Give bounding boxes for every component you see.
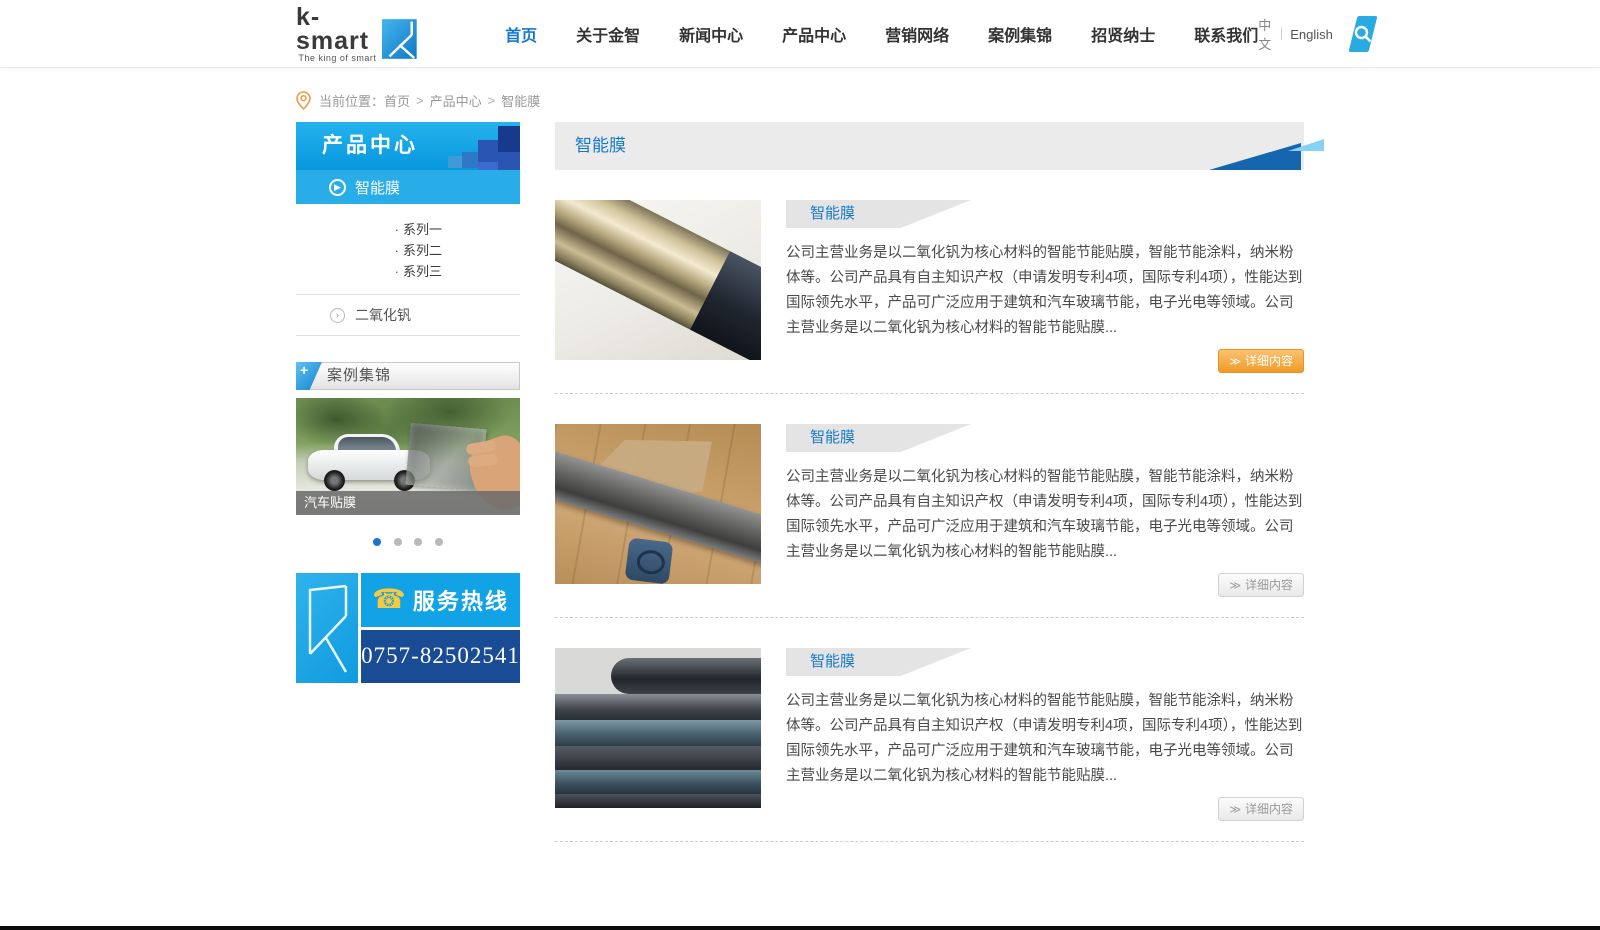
logo-tagline: The king of smart — [296, 53, 376, 63]
nav-item-about[interactable]: 关于金智 — [576, 22, 640, 46]
product-photo-gold-film[interactable] — [555, 200, 761, 360]
lang-chinese[interactable]: 中文 — [1258, 15, 1272, 53]
circle-arrow-icon: ▶ — [329, 179, 346, 196]
service-hotline-banner: ☎ 服务热线 0757-82502541 — [296, 573, 520, 683]
circle-arrow-icon: › — [330, 308, 345, 323]
submenu-item-series3[interactable]: ·系列三 — [296, 261, 442, 282]
film-roll — [611, 658, 761, 694]
logo[interactable]: k-smart The king of smart — [296, 5, 417, 63]
k-mark-icon — [382, 15, 417, 63]
case-slide-caption: 汽车贴膜 — [296, 491, 520, 515]
film-roll — [555, 200, 761, 360]
carousel-dot-1[interactable] — [373, 538, 381, 546]
nav-item-home[interactable]: 首页 — [505, 22, 537, 46]
mosaic-decoration — [410, 122, 520, 170]
submenu-item-series1[interactable]: ·系列一 — [296, 219, 442, 240]
nav-item-contact[interactable]: 联系我们 — [1194, 22, 1258, 46]
logo-name: k-smart — [296, 5, 376, 53]
nav-item-careers[interactable]: 招贤纳士 — [1091, 22, 1155, 46]
car-wheel — [324, 470, 345, 491]
breadcrumb-products[interactable]: 产品中心 — [430, 91, 482, 110]
hotline-right: ☎ 服务热线 0757-82502541 — [361, 573, 520, 683]
carousel-dot-2[interactable] — [394, 538, 402, 546]
telephone-icon: ☎ — [372, 586, 406, 613]
product-menu-title: 产品中心 — [322, 134, 418, 157]
product-description: 公司主营业务是以二氧化钒为核心材料的智能节能贴膜，智能节能涂料，纳米粉体等。公司… — [786, 689, 1304, 789]
double-chevron-icon: ≫ — [1229, 356, 1241, 368]
lang-divider — [1281, 28, 1282, 40]
language-switch: 中文 English — [1258, 15, 1333, 53]
carousel-dot-4[interactable] — [435, 538, 443, 546]
product-description: 公司主营业务是以二氧化钒为核心材料的智能节能贴膜，智能节能涂料，纳米粉体等。公司… — [786, 465, 1304, 565]
main-content: 智能膜 智能膜 公司主营业务是以二氧化钒为核心材料的智能节能贴膜，智能节能涂料，… — [555, 122, 1304, 842]
k-mark-outline-icon — [302, 580, 352, 676]
nav-item-news[interactable]: 新闻中心 — [679, 22, 743, 46]
triangle-decoration-light — [1288, 139, 1324, 151]
breadcrumb-label: 当前位置： — [319, 91, 384, 110]
product-tag: 智能膜 — [786, 424, 971, 452]
dashed-separator — [555, 841, 1304, 842]
breadcrumb-home[interactable]: 首页 — [384, 91, 410, 110]
sidebar-item-vanadium-dioxide[interactable]: › 二氧化钒 — [296, 295, 520, 335]
case-gallery-title: 案例集锦 — [327, 367, 391, 384]
sidebar-divider — [296, 335, 520, 336]
product-description: 公司主营业务是以二氧化钒为核心材料的智能节能贴膜，智能节能涂料，纳米粉体等。公司… — [786, 241, 1304, 341]
location-pin-icon — [296, 91, 311, 110]
breadcrumb-current: 智能膜 — [501, 91, 540, 110]
carousel-dot-3[interactable] — [414, 538, 422, 546]
plus-corner-icon: + — [296, 362, 322, 390]
sidebar: 产品中心 ▶ 智能膜 ·系列一 ·系列二 ·系列三 › 二氧化钒 — [296, 122, 520, 683]
product-item: 智能膜 公司主营业务是以二氧化钒为核心材料的智能节能贴膜，智能节能涂料，纳米粉体… — [555, 618, 1304, 841]
product-tag: 智能膜 — [786, 648, 971, 676]
film-roll — [555, 720, 761, 746]
main-nav: 首页 关于金智 新闻中心 产品中心 营销网络 案例集锦 招贤纳士 联系我们 — [505, 22, 1258, 46]
product-menu-header: 产品中心 — [296, 122, 520, 170]
case-slide-photo[interactable]: 汽车贴膜 — [296, 398, 520, 515]
breadcrumb: 当前位置： 首页 > 产品中心 > 智能膜 — [296, 68, 1304, 122]
breadcrumb-separator: > — [488, 93, 496, 108]
product-photo-film-on-wood[interactable] — [555, 424, 761, 584]
submenu: ·系列一 ·系列二 ·系列三 — [296, 204, 520, 294]
detail-button[interactable]: ≫详细内容 — [1218, 573, 1304, 597]
product-item: 智能膜 公司主营业务是以二氧化钒为核心材料的智能节能贴膜，智能节能涂料，纳米粉体… — [555, 394, 1304, 617]
breadcrumb-separator: > — [416, 93, 424, 108]
page-title-bar: 智能膜 — [555, 122, 1304, 170]
page: k-smart The king of smart 首页 关于金智 新闻中心 产… — [0, 0, 1600, 930]
hotline-number: 0757-82502541 — [361, 630, 520, 684]
sidebar-item-smart-film[interactable]: ▶ 智能膜 — [296, 170, 520, 204]
nav-item-marketing[interactable]: 营销网络 — [885, 22, 949, 46]
nav-item-products[interactable]: 产品中心 — [782, 22, 846, 46]
header: k-smart The king of smart 首页 关于金智 新闻中心 产… — [0, 0, 1600, 68]
hotline-logo-panel — [296, 573, 358, 683]
logo-text: k-smart The king of smart — [296, 5, 376, 63]
footer: 金智股份有限公司 ｜ 版权所有 广ICP备:06006808 分享： ℗ ✤ — [0, 926, 1600, 930]
product-item: 智能膜 公司主营业务是以二氧化钒为核心材料的智能节能贴膜，智能节能涂料，纳米粉体… — [555, 170, 1304, 393]
case-gallery: + 案例集锦 汽车贴膜 — [296, 362, 520, 551]
film-roll — [555, 770, 761, 794]
submenu-item-series2[interactable]: ·系列二 — [296, 240, 442, 261]
film-roll — [555, 794, 761, 808]
product-tag: 智能膜 — [786, 200, 971, 228]
page-title: 智能膜 — [575, 136, 626, 155]
search-icon — [1353, 24, 1373, 44]
film-roll — [555, 694, 761, 720]
double-chevron-icon: ≫ — [1229, 804, 1241, 816]
case-gallery-header: + 案例集锦 — [296, 362, 520, 390]
carousel-dots — [296, 533, 520, 551]
tape-roll — [625, 537, 674, 584]
search-button[interactable] — [1348, 16, 1377, 52]
hotline-title: 服务热线 — [413, 584, 509, 616]
double-chevron-icon: ≫ — [1229, 580, 1241, 592]
film-roll-cap — [690, 251, 761, 360]
nav-item-cases[interactable]: 案例集锦 — [988, 22, 1052, 46]
product-photo-film-rolls[interactable] — [555, 648, 761, 808]
lang-english[interactable]: English — [1290, 27, 1333, 42]
hotline-title-row: ☎ 服务热线 — [361, 573, 520, 627]
detail-button[interactable]: ≫详细内容 — [1218, 349, 1304, 373]
film-roll — [555, 746, 761, 770]
detail-button[interactable]: ≫详细内容 — [1218, 797, 1304, 821]
